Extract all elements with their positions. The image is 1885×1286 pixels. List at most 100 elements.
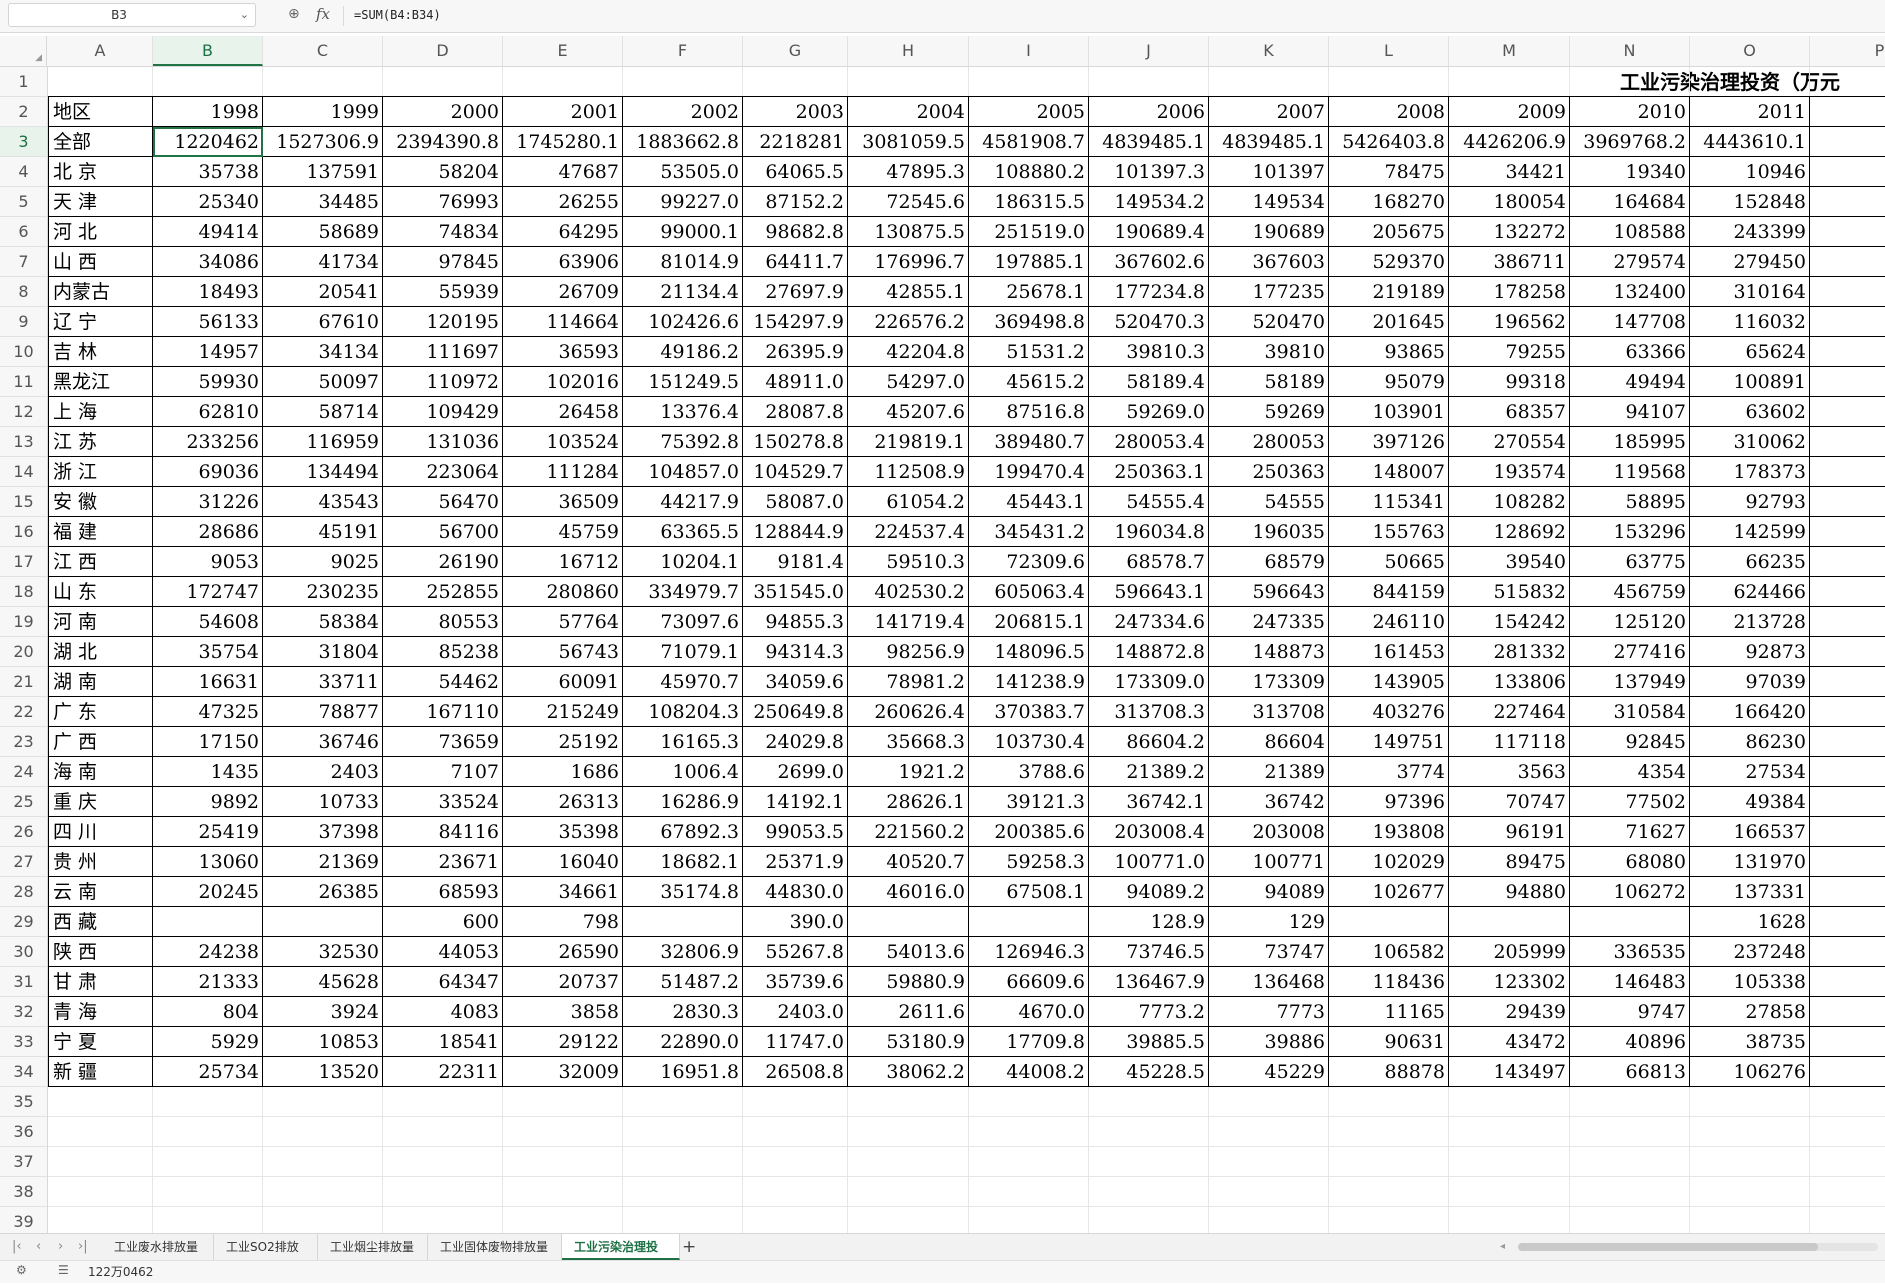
- data-cell[interactable]: [969, 907, 1089, 937]
- data-cell[interactable]: 68593: [383, 877, 503, 907]
- data-cell[interactable]: 201645: [1329, 307, 1449, 337]
- data-cell[interactable]: 1686: [503, 757, 623, 787]
- data-cell[interactable]: 147708: [1570, 307, 1690, 337]
- data-cell[interactable]: 34421: [1449, 157, 1570, 187]
- row-header-37[interactable]: 37: [0, 1147, 47, 1177]
- year-header-cell[interactable]: 2010: [1570, 97, 1690, 127]
- row-header-6[interactable]: 6: [0, 217, 47, 247]
- data-cell[interactable]: [1810, 877, 1885, 907]
- data-cell[interactable]: 221560.2: [848, 817, 969, 847]
- data-cell[interactable]: 20737: [503, 967, 623, 997]
- data-cell[interactable]: 25678.1: [969, 277, 1089, 307]
- data-cell[interactable]: 178258: [1449, 277, 1570, 307]
- data-cell[interactable]: 351545.0: [743, 577, 848, 607]
- data-cell[interactable]: 69036: [153, 457, 263, 487]
- sheet-tab[interactable]: 工业烟尘排放量: [318, 1234, 428, 1260]
- column-header-l[interactable]: L: [1329, 36, 1449, 66]
- data-cell[interactable]: 529370: [1329, 247, 1449, 277]
- data-cell[interactable]: 86604: [1209, 727, 1329, 757]
- data-cell[interactable]: 3788.6: [969, 757, 1089, 787]
- data-cell[interactable]: 78475: [1329, 157, 1449, 187]
- data-cell[interactable]: 39810: [1209, 337, 1329, 367]
- data-cell[interactable]: 80553: [383, 607, 503, 637]
- data-cell[interactable]: [1810, 847, 1885, 877]
- data-cell[interactable]: 16286.9: [623, 787, 743, 817]
- data-cell[interactable]: 161453: [1329, 637, 1449, 667]
- data-cell[interactable]: 59269: [1209, 397, 1329, 427]
- data-cell[interactable]: 16165.3: [623, 727, 743, 757]
- region-cell[interactable]: 青 海: [48, 997, 153, 1027]
- data-cell[interactable]: 94089: [1209, 877, 1329, 907]
- data-cell[interactable]: 190689.4: [1089, 217, 1209, 247]
- year-header-cell[interactable]: 2005: [969, 97, 1089, 127]
- data-cell[interactable]: 65624: [1690, 337, 1810, 367]
- data-cell[interactable]: 54555.4: [1089, 487, 1209, 517]
- data-cell[interactable]: 3081059.5: [848, 127, 969, 157]
- region-cell[interactable]: 湖 南: [48, 667, 153, 697]
- data-cell[interactable]: 237248: [1690, 937, 1810, 967]
- data-cell[interactable]: 196034.8: [1089, 517, 1209, 547]
- data-cell[interactable]: 167110: [383, 697, 503, 727]
- row-header-32[interactable]: 32: [0, 997, 47, 1027]
- data-cell[interactable]: 4426206.9: [1449, 127, 1570, 157]
- data-cell[interactable]: 55267.8: [743, 937, 848, 967]
- data-cell[interactable]: 149534.2: [1089, 187, 1209, 217]
- data-cell[interactable]: 66813: [1570, 1057, 1690, 1087]
- data-cell[interactable]: 185995: [1570, 427, 1690, 457]
- data-cell[interactable]: 26590: [503, 937, 623, 967]
- data-cell[interactable]: 206815.1: [969, 607, 1089, 637]
- data-cell[interactable]: 168270: [1329, 187, 1449, 217]
- data-cell[interactable]: 39121.3: [969, 787, 1089, 817]
- data-cell[interactable]: 25192: [503, 727, 623, 757]
- data-cell[interactable]: 78981.2: [848, 667, 969, 697]
- data-cell[interactable]: 148872.8: [1089, 637, 1209, 667]
- row-header-28[interactable]: 28: [0, 877, 47, 907]
- data-cell[interactable]: 44217.9: [623, 487, 743, 517]
- data-cell[interactable]: 35398: [503, 817, 623, 847]
- data-cell[interactable]: 131970: [1690, 847, 1810, 877]
- data-cell[interactable]: 19340: [1570, 157, 1690, 187]
- data-cell[interactable]: 27858: [1690, 997, 1810, 1027]
- data-cell[interactable]: 102029: [1329, 847, 1449, 877]
- data-cell[interactable]: 92845: [1570, 727, 1690, 757]
- data-cell[interactable]: 149751: [1329, 727, 1449, 757]
- data-cell[interactable]: 100771: [1209, 847, 1329, 877]
- column-header-p[interactable]: P: [1810, 36, 1885, 66]
- data-cell[interactable]: 515832: [1449, 577, 1570, 607]
- data-cell[interactable]: 110972: [383, 367, 503, 397]
- data-cell[interactable]: 2403: [263, 757, 383, 787]
- data-cell[interactable]: 58895: [1570, 487, 1690, 517]
- data-cell[interactable]: 25419: [153, 817, 263, 847]
- year-header-cell[interactable]: 2011: [1690, 97, 1810, 127]
- data-cell[interactable]: 126946.3: [969, 937, 1089, 967]
- region-header-cell[interactable]: 地区: [48, 97, 153, 127]
- data-cell[interactable]: 68578.7: [1089, 547, 1209, 577]
- data-cell[interactable]: 520470.3: [1089, 307, 1209, 337]
- region-cell[interactable]: 宁 夏: [48, 1027, 153, 1057]
- data-cell[interactable]: [1810, 727, 1885, 757]
- data-cell[interactable]: 24238: [153, 937, 263, 967]
- data-cell[interactable]: 243399: [1690, 217, 1810, 247]
- data-cell[interactable]: 166537: [1690, 817, 1810, 847]
- data-cell[interactable]: 54608: [153, 607, 263, 637]
- data-cell[interactable]: 197885.1: [969, 247, 1089, 277]
- data-cell[interactable]: 101397: [1209, 157, 1329, 187]
- year-header-cell[interactable]: 2003: [743, 97, 848, 127]
- formula-input[interactable]: =SUM(B4:B34): [354, 0, 441, 32]
- row-header-9[interactable]: 9: [0, 307, 47, 337]
- data-cell[interactable]: 596643.1: [1089, 577, 1209, 607]
- data-cell[interactable]: 58714: [263, 397, 383, 427]
- data-cell[interactable]: 153296: [1570, 517, 1690, 547]
- data-cell[interactable]: 25340: [153, 187, 263, 217]
- data-cell[interactable]: 13060: [153, 847, 263, 877]
- data-cell[interactable]: 196562: [1449, 307, 1570, 337]
- region-cell[interactable]: 江 苏: [48, 427, 153, 457]
- data-cell[interactable]: 280053.4: [1089, 427, 1209, 457]
- data-cell[interactable]: 35754: [153, 637, 263, 667]
- data-cell[interactable]: 173309.0: [1089, 667, 1209, 697]
- data-cell[interactable]: 63906: [503, 247, 623, 277]
- column-header-a[interactable]: A: [48, 36, 153, 66]
- data-cell[interactable]: 26313: [503, 787, 623, 817]
- data-cell[interactable]: 43543: [263, 487, 383, 517]
- data-cell[interactable]: 70747: [1449, 787, 1570, 817]
